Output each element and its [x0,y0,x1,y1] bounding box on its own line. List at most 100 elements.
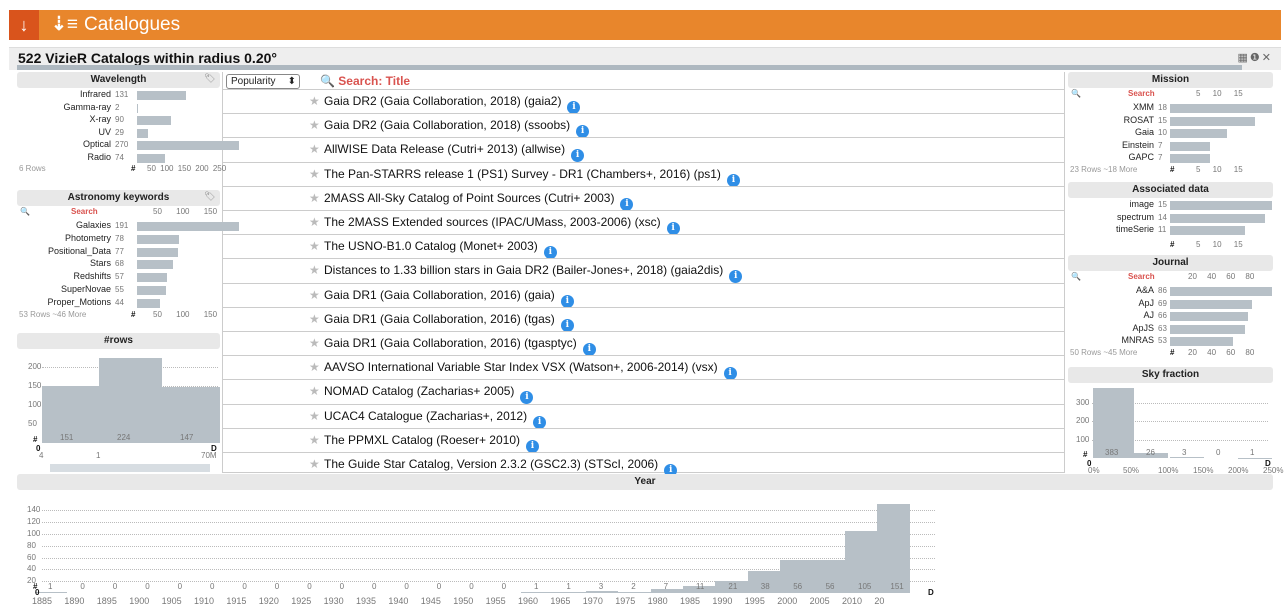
keywords-search[interactable]: Search [71,207,98,216]
mission-row-bar[interactable] [1170,104,1272,113]
rows-header[interactable]: #rows [17,333,220,349]
year-bar[interactable] [618,591,651,593]
catalog-title-text[interactable]: The Guide Star Catalog, Version 2.3.2 (G… [324,457,658,471]
mission-row-bar[interactable] [1170,129,1227,139]
wavelength-row-label[interactable]: Radio [17,152,111,162]
catalog-title[interactable]: UCAC4 Catalogue (Zacharias+, 2012) i [324,409,547,429]
info-icon[interactable]: i [520,391,534,405]
assoc-header[interactable]: Associated data [1068,182,1273,198]
catalog-title[interactable]: The Pan-STARRS release 1 (PS1) Survey - … [324,167,740,187]
catalog-title[interactable]: Gaia DR1 (Gaia Collaboration, 2016) (gai… [324,288,574,308]
assoc-row-label[interactable]: image [1068,199,1154,209]
journal-row-bar[interactable] [1170,324,1245,334]
table-row[interactable]: ★ The USNO-B1.0 Catalog (Monet+ 2003) i [223,234,1065,260]
table-row[interactable]: ★ Distances to 1.33 billion stars in Gaia… [223,258,1065,284]
toolbar-icons[interactable]: ▦❶✕ [1238,51,1273,64]
catalog-title-text[interactable]: The USNO-B1.0 Catalog (Monet+ 2003) [324,239,538,253]
info-icon[interactable]: i [723,367,737,381]
catalog-title[interactable]: Gaia DR1 (Gaia Collaboration, 2016) (tga… [324,336,596,356]
wavelength-row-bar[interactable] [137,141,239,150]
mission-row-bar[interactable] [1170,141,1210,151]
info-icon[interactable]: i [567,101,581,114]
assoc-row-bar[interactable] [1170,226,1245,236]
star-icon[interactable]: ★ [309,409,320,423]
star-icon[interactable]: ★ [309,118,320,132]
wavelength-row-bar[interactable] [137,91,187,100]
table-row[interactable]: ★ Gaia DR1 (Gaia Collaboration, 2016) (tg… [223,306,1065,332]
table-row[interactable]: ★ AllWISE Data Release (Cutri+ 2013) (all… [223,137,1065,163]
star-icon[interactable]: ★ [309,312,320,326]
mission-row-label[interactable]: GAPC [1068,152,1154,162]
catalog-title-text[interactable]: AllWISE Data Release (Cutri+ 2013) (allw… [324,142,565,156]
keywords-row-bar[interactable] [137,286,167,295]
table-row[interactable]: ★ The 2MASS Extended sources (IPAC/UMass,… [223,210,1065,235]
wavelength-row-bar[interactable] [137,153,165,163]
year-header[interactable]: Year [17,474,1273,490]
journal-row-bar[interactable] [1170,299,1252,309]
info-icon[interactable]: i [543,246,557,260]
catalog-title-text[interactable]: Gaia DR1 (Gaia Collaboration, 2016) (tga… [324,336,577,350]
table-row[interactable]: ★ Gaia DR1 (Gaia Collaboration, 2016) (tg… [223,331,1065,356]
table-row[interactable]: ★ The Pan-STARRS release 1 (PS1) Survey -… [223,161,1065,187]
mission-row-bar[interactable] [1170,116,1255,126]
mission-search-icon[interactable]: 🔍 [1071,89,1081,98]
table-row[interactable]: ★ NOMAD Catalog (Zacharias+ 2005) i [223,379,1065,405]
year-bar[interactable] [877,503,910,593]
star-icon[interactable]: ★ [309,239,320,253]
table-row[interactable]: ★ Gaia DR2 (Gaia Collaboration, 2018) (ga… [223,89,1065,114]
wavelength-row-label[interactable]: Gamma-ray [17,102,111,112]
catalog-title[interactable]: Gaia DR2 (Gaia Collaboration, 2018) (gai… [324,94,581,114]
year-bar[interactable] [521,592,554,593]
wavelength-row-bar[interactable] [137,128,148,138]
year-bar[interactable] [553,592,586,593]
assoc-row-bar[interactable] [1170,201,1272,210]
journal-header[interactable]: Journal [1068,255,1273,271]
catalog-title-text[interactable]: Gaia DR2 (Gaia Collaboration, 2018) (sso… [324,118,570,132]
star-icon[interactable]: ★ [309,457,320,471]
journal-search[interactable]: Search [1128,272,1155,281]
mission-row-label[interactable]: Einstein [1068,140,1154,150]
sky-bar[interactable] [1170,457,1204,458]
journal-row-bar[interactable] [1170,312,1249,322]
keywords-row-label[interactable]: Proper_Motions [17,297,111,307]
journal-row-bar[interactable] [1170,337,1233,347]
catalog-title[interactable]: AAVSO International Variable Star Index … [324,360,737,381]
keywords-row-bar[interactable] [137,234,179,244]
catalog-title-text[interactable]: AAVSO International Variable Star Index … [324,360,718,374]
mission-row-label[interactable]: ROSAT [1068,115,1154,125]
catalog-title[interactable]: Distances to 1.33 billion stars in Gaia … [324,263,743,284]
catalog-title[interactable]: AllWISE Data Release (Cutri+ 2013) (allw… [324,142,585,163]
catalog-title-text[interactable]: The PPMXL Catalog (Roeser+ 2010) [324,433,520,447]
journal-row-label[interactable]: A&A [1068,285,1154,295]
year-bar[interactable] [585,591,619,593]
mission-row-label[interactable]: Gaia [1068,127,1154,137]
star-icon[interactable]: ★ [309,360,320,374]
catalog-title-text[interactable]: Gaia DR2 (Gaia Collaboration, 2018) (gai… [324,94,561,108]
keywords-row-bar[interactable] [137,298,161,308]
journal-row-bar[interactable] [1170,287,1272,296]
star-icon[interactable]: ★ [309,263,320,277]
keywords-row-label[interactable]: Stars [17,258,111,268]
star-icon[interactable]: ★ [309,94,320,108]
assoc-row-label[interactable]: timeSerie [1068,224,1154,234]
rows-range-slider[interactable] [50,464,210,472]
table-row[interactable]: ★ The PPMXL Catalog (Roeser+ 2010) i [223,427,1065,453]
sky-header[interactable]: Sky fraction [1068,367,1273,383]
keywords-row-bar[interactable] [137,247,179,257]
info-icon[interactable]: i [666,222,680,235]
catalog-title[interactable]: The USNO-B1.0 Catalog (Monet+ 2003) i [324,239,557,260]
table-row[interactable]: ★ AAVSO International Variable Star Index… [223,355,1065,381]
keywords-row-label[interactable]: Positional_Data [17,246,111,256]
catalog-title-text[interactable]: The Pan-STARRS release 1 (PS1) Survey - … [324,167,721,181]
catalog-title-text[interactable]: The 2MASS Extended sources (IPAC/UMass, … [324,215,661,229]
star-icon[interactable]: ★ [309,336,320,350]
catalog-title-text[interactable]: NOMAD Catalog (Zacharias+ 2005) [324,384,514,398]
info-icon[interactable]: i [582,343,596,356]
star-icon[interactable]: ★ [309,167,320,181]
keywords-row-label[interactable]: Redshifts [17,271,111,281]
wavelength-header[interactable]: Wavelength [17,72,220,88]
catalog-title[interactable]: Gaia DR2 (Gaia Collaboration, 2018) (sso… [324,118,590,139]
table-row[interactable]: ★ Gaia DR1 (Gaia Collaboration, 2016) (ga… [223,282,1065,308]
info-icon[interactable]: i [533,415,547,429]
keywords-row-label[interactable]: Galaxies [17,220,111,230]
